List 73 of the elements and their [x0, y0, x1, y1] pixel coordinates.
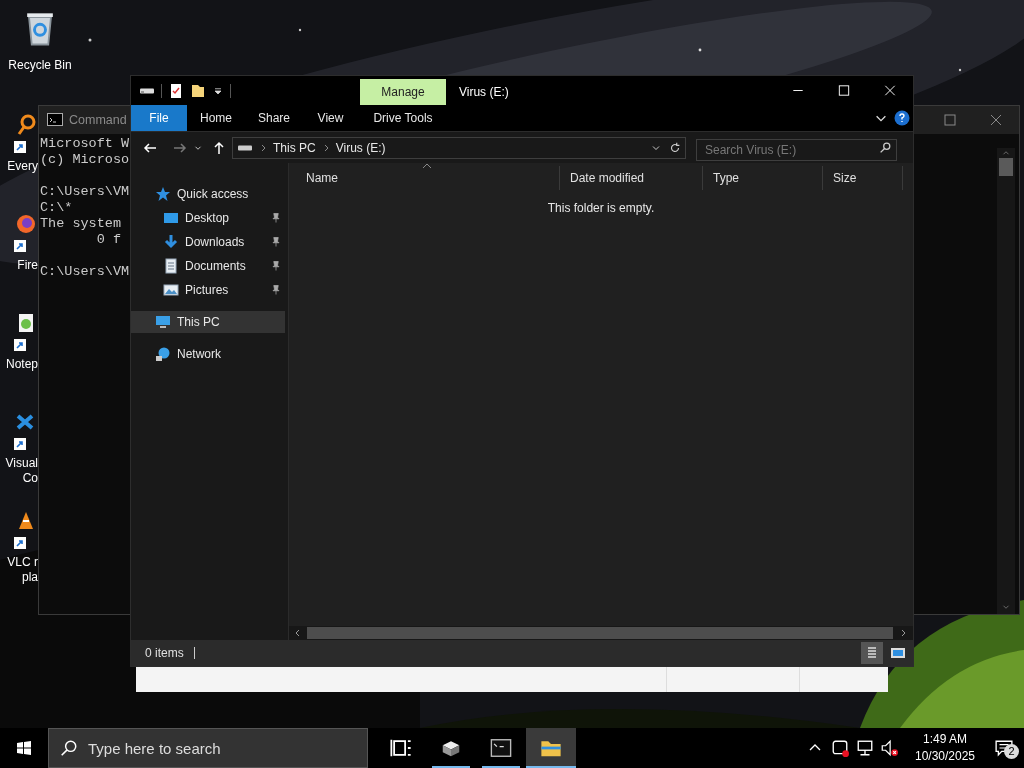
volume-muted-icon[interactable] — [880, 739, 898, 757]
terminal-icon — [47, 112, 63, 128]
console-line: 0 f — [95, 232, 122, 248]
search-field[interactable]: Search Virus (E:) — [696, 138, 897, 161]
taskbar-search-field[interactable]: Type here to search — [48, 728, 368, 768]
clock[interactable]: 1:49 AM 10/30/2025 — [906, 728, 984, 768]
desktop-icon-label[interactable]: Every — [0, 159, 38, 174]
details-view-button[interactable] — [861, 642, 883, 664]
nav-item[interactable]: Documents — [131, 255, 285, 277]
nav-item[interactable]: Pictures — [131, 279, 285, 301]
column-header[interactable]: Name — [296, 166, 560, 190]
help-icon[interactable] — [894, 110, 910, 126]
column-header[interactable]: Date modified — [560, 166, 703, 190]
window-title: Virus (E:) — [459, 84, 509, 101]
ribbon-tab[interactable]: Drive Tools — [360, 105, 446, 131]
search-icon — [60, 739, 78, 757]
ribbon-tab[interactable]: File — [131, 105, 187, 131]
pictures-icon — [163, 282, 179, 298]
refresh-button[interactable] — [668, 140, 682, 155]
desktop-icon — [163, 210, 179, 226]
pc-icon — [155, 314, 171, 330]
properties-icon[interactable] — [168, 82, 184, 99]
column-header[interactable]: Type — [703, 166, 823, 190]
column-header[interactable]: Size — [823, 166, 903, 190]
ribbon-tab[interactable]: Share — [245, 105, 303, 131]
drive-icon — [237, 144, 253, 151]
terminal-icon — [490, 737, 512, 759]
drive-icon[interactable] — [139, 87, 155, 94]
address-bar[interactable]: This PC Virus (E:) — [232, 136, 686, 159]
desktop-icon-label[interactable]: Visual — [0, 456, 38, 471]
console-line: C:\Users\VM — [40, 264, 131, 280]
console-line: The system — [40, 216, 122, 232]
desktop-icon-label[interactable]: Notep — [0, 357, 38, 372]
nav-item[interactable]: This PC — [131, 311, 285, 333]
empty-folder-message: This folder is empty. — [546, 200, 656, 217]
nav-item[interactable]: Desktop — [131, 207, 285, 229]
star-icon — [155, 186, 171, 202]
breadcrumb[interactable]: Virus (E:) — [335, 138, 386, 157]
item-count: 0 items — [145, 645, 184, 662]
console-line: (c) Microso — [40, 152, 131, 168]
notification-count-badge: 2 — [1004, 744, 1019, 759]
desktop-icon-label[interactable]: Fire — [0, 258, 38, 273]
console-line: C:\* — [40, 200, 74, 216]
window-title: Command — [69, 111, 127, 129]
nav-item[interactable]: Network — [131, 343, 285, 365]
nav-item[interactable]: Quick access — [131, 183, 285, 205]
network-icon[interactable] — [856, 739, 874, 757]
desktop-icon-label[interactable]: pla — [0, 570, 38, 585]
desktop-icon-label[interactable]: Recycle Bin — [8, 58, 72, 73]
scrollbar-thumb[interactable] — [999, 158, 1013, 176]
console-line: C:\Users\VM — [40, 184, 131, 200]
ribbon-tab[interactable]: Home — [187, 105, 245, 131]
downloads-icon — [163, 234, 179, 250]
task-view-icon — [390, 737, 412, 759]
notification-icon — [995, 739, 1013, 757]
contextual-tab-group: Manage — [360, 79, 446, 105]
chevron-icon — [259, 142, 267, 153]
scrollbar-thumb[interactable] — [307, 627, 893, 639]
ribbon-tab[interactable]: View — [303, 105, 358, 131]
folder-taskbar-button[interactable] — [526, 728, 576, 768]
search-icon[interactable] — [878, 140, 892, 155]
desktop-icon-label[interactable]: Co — [0, 471, 38, 486]
console-line: Microsoft W — [40, 136, 131, 152]
nav-item[interactable]: Downloads — [131, 231, 285, 253]
notifications-button[interactable]: 2 — [984, 728, 1024, 768]
new-folder-icon[interactable] — [190, 82, 206, 99]
desktop-icon-label[interactable]: VLC r — [0, 555, 38, 570]
breadcrumb[interactable]: This PC — [273, 138, 316, 157]
horizontal-scrollbar[interactable] — [289, 626, 913, 640]
documents-icon — [163, 258, 179, 274]
vertical-scrollbar[interactable] — [997, 148, 1015, 614]
network-icon — [155, 346, 171, 362]
large-icons-view-icon — [890, 645, 906, 661]
